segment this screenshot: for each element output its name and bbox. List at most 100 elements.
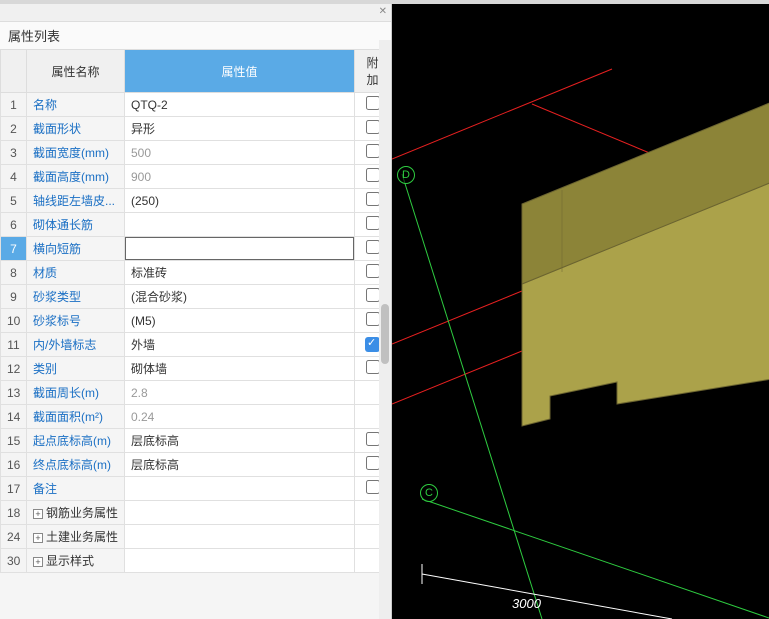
row-number[interactable]: 3 (1, 141, 27, 165)
row-number[interactable]: 17 (1, 477, 27, 501)
attach-checkbox[interactable] (366, 168, 380, 182)
property-value-cell[interactable]: 外墙 (125, 333, 355, 357)
expand-icon[interactable]: + (33, 509, 43, 519)
property-value-cell[interactable] (125, 501, 355, 525)
table-row[interactable]: 17备注 (1, 477, 391, 501)
table-row[interactable]: 15起点底标高(m)层底标高 (1, 429, 391, 453)
row-number[interactable]: 10 (1, 309, 27, 333)
property-value-cell[interactable]: (250) (125, 189, 355, 213)
property-name-cell[interactable]: 截面周长(m) (27, 381, 125, 405)
table-row[interactable]: 24+土建业务属性 (1, 525, 391, 549)
property-value-input[interactable] (125, 237, 354, 260)
property-name-cell[interactable]: 砌体通长筋 (27, 213, 125, 237)
property-value-cell[interactable]: (混合砂浆) (125, 285, 355, 309)
attach-checkbox[interactable] (366, 288, 380, 302)
table-row[interactable]: 2截面形状异形 (1, 117, 391, 141)
table-row[interactable]: 1名称QTQ-2 (1, 93, 391, 117)
property-name-cell[interactable]: 材质 (27, 261, 125, 285)
attach-checkbox[interactable] (366, 120, 380, 134)
row-number[interactable]: 14 (1, 405, 27, 429)
row-number[interactable]: 2 (1, 117, 27, 141)
attach-checkbox[interactable] (366, 240, 380, 254)
attach-checkbox[interactable] (366, 360, 380, 374)
attach-checkbox[interactable] (366, 264, 380, 278)
property-name-cell[interactable]: 横向短筋 (27, 237, 125, 261)
property-value-cell[interactable]: 砌体墙 (125, 357, 355, 381)
table-row[interactable]: 30+显示样式 (1, 549, 391, 573)
property-value-cell[interactable] (125, 213, 355, 237)
table-row[interactable]: 6砌体通长筋 (1, 213, 391, 237)
property-value-cell[interactable]: 层底标高 (125, 453, 355, 477)
property-name-cell[interactable]: 砂浆标号 (27, 309, 125, 333)
property-name-cell[interactable]: +显示样式 (27, 549, 125, 573)
row-number[interactable]: 16 (1, 453, 27, 477)
table-row[interactable]: 7横向短筋 (1, 237, 391, 261)
property-value-cell[interactable]: 2.8 (125, 381, 355, 405)
property-name-cell[interactable]: 内/外墙标志 (27, 333, 125, 357)
property-value-cell[interactable]: 异形 (125, 117, 355, 141)
property-value-cell[interactable] (125, 237, 355, 261)
3d-viewport[interactable]: D C 3000 (392, 4, 769, 619)
property-value-cell[interactable]: 层底标高 (125, 429, 355, 453)
row-number[interactable]: 9 (1, 285, 27, 309)
property-value-cell[interactable]: 900 (125, 165, 355, 189)
attach-checkbox[interactable] (366, 216, 380, 230)
table-row[interactable]: 16终点底标高(m)层底标高 (1, 453, 391, 477)
scrollbar-thumb[interactable] (381, 304, 389, 364)
attach-checkbox[interactable] (366, 96, 380, 110)
property-name-cell[interactable]: 截面面积(m²) (27, 405, 125, 429)
table-row[interactable]: 12类别砌体墙 (1, 357, 391, 381)
row-number[interactable]: 30 (1, 549, 27, 573)
property-value-cell[interactable]: (M5) (125, 309, 355, 333)
attach-checkbox[interactable] (366, 456, 380, 470)
property-name-cell[interactable]: 起点底标高(m) (27, 429, 125, 453)
attach-checkbox[interactable] (366, 312, 380, 326)
property-value-cell[interactable]: 0.24 (125, 405, 355, 429)
property-name-cell[interactable]: 类别 (27, 357, 125, 381)
row-number[interactable]: 6 (1, 213, 27, 237)
property-name-cell[interactable]: +土建业务属性 (27, 525, 125, 549)
property-name-cell[interactable]: 轴线距左墙皮... (27, 189, 125, 213)
checkbox-checked-icon[interactable] (365, 337, 380, 352)
property-name-cell[interactable]: 砂浆类型 (27, 285, 125, 309)
col-header-name[interactable]: 属性名称 (27, 50, 125, 93)
property-name-cell[interactable]: 截面高度(mm) (27, 165, 125, 189)
attach-checkbox[interactable] (366, 432, 380, 446)
row-number[interactable]: 11 (1, 333, 27, 357)
close-icon[interactable]: ✕ (379, 6, 387, 17)
table-row[interactable]: 5轴线距左墙皮...(250) (1, 189, 391, 213)
row-number[interactable]: 5 (1, 189, 27, 213)
attach-checkbox[interactable] (366, 192, 380, 206)
property-name-cell[interactable]: 名称 (27, 93, 125, 117)
table-row[interactable]: 8材质标准砖 (1, 261, 391, 285)
row-number[interactable]: 15 (1, 429, 27, 453)
expand-icon[interactable]: + (33, 557, 43, 567)
row-number[interactable]: 13 (1, 381, 27, 405)
table-row[interactable]: 10砂浆标号(M5) (1, 309, 391, 333)
property-value-cell[interactable] (125, 477, 355, 501)
row-number[interactable]: 18 (1, 501, 27, 525)
row-number[interactable]: 8 (1, 261, 27, 285)
property-value-cell[interactable] (125, 525, 355, 549)
row-number[interactable]: 12 (1, 357, 27, 381)
property-value-cell[interactable] (125, 549, 355, 573)
property-value-cell[interactable]: QTQ-2 (125, 93, 355, 117)
table-row[interactable]: 3截面宽度(mm)500 (1, 141, 391, 165)
property-value-cell[interactable]: 标准砖 (125, 261, 355, 285)
property-name-cell[interactable]: 截面宽度(mm) (27, 141, 125, 165)
row-number[interactable]: 24 (1, 525, 27, 549)
property-value-cell[interactable]: 500 (125, 141, 355, 165)
table-row[interactable]: 14截面面积(m²)0.24 (1, 405, 391, 429)
table-row[interactable]: 4截面高度(mm)900 (1, 165, 391, 189)
row-number[interactable]: 1 (1, 93, 27, 117)
vertical-scrollbar[interactable] (379, 40, 391, 619)
property-name-cell[interactable]: 备注 (27, 477, 125, 501)
table-row[interactable]: 13截面周长(m)2.8 (1, 381, 391, 405)
row-number[interactable]: 4 (1, 165, 27, 189)
property-name-cell[interactable]: 终点底标高(m) (27, 453, 125, 477)
row-number[interactable]: 7 (1, 237, 27, 261)
expand-icon[interactable]: + (33, 533, 43, 543)
table-row[interactable]: 11内/外墙标志外墙 (1, 333, 391, 357)
property-name-cell[interactable]: 截面形状 (27, 117, 125, 141)
property-name-cell[interactable]: +钢筋业务属性 (27, 501, 125, 525)
